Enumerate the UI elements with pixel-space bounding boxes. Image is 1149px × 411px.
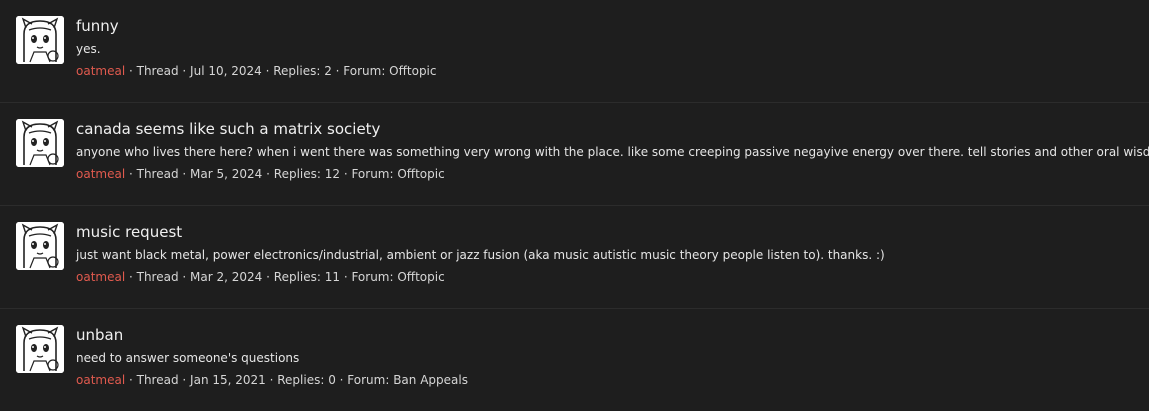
result-snippet: just want black metal, power electronics…	[76, 248, 885, 262]
result-meta: oatmeal · Thread · Mar 2, 2024 · Replies…	[76, 269, 1149, 285]
result-meta: oatmeal · Thread · Mar 5, 2024 · Replies…	[76, 166, 1149, 182]
meta-separator: ·	[261, 64, 274, 78]
meta-separator: ·	[125, 373, 137, 387]
meta-separator: ·	[178, 373, 191, 387]
meta-separator: ·	[125, 270, 137, 284]
reply-count: Replies: 0	[277, 373, 336, 387]
user-avatar-icon[interactable]	[16, 222, 64, 270]
meta-separator: ·	[125, 64, 137, 78]
result-content: canada seems like such a matrix society …	[76, 118, 1149, 182]
reply-count: Replies: 12	[273, 167, 340, 181]
meta-separator: ·	[335, 373, 348, 387]
author-link[interactable]: oatmeal	[76, 64, 125, 78]
user-avatar-icon[interactable]	[16, 325, 64, 373]
meta-separator: ·	[178, 270, 191, 284]
post-date: Jul 10, 2024	[190, 64, 262, 78]
search-result-item: unban need to answer someone's questions…	[0, 309, 1149, 411]
result-title-link[interactable]: music request	[76, 221, 1149, 243]
search-result-item: music request just want black metal, pow…	[0, 206, 1149, 309]
forum-link[interactable]: Forum: Offtopic	[351, 270, 444, 284]
result-content: unban need to answer someone's questions…	[76, 324, 1149, 388]
user-avatar-icon[interactable]	[16, 16, 64, 64]
meta-separator: ·	[340, 167, 352, 181]
user-avatar-icon[interactable]	[16, 119, 64, 167]
content-type: Thread	[136, 373, 179, 387]
meta-separator: ·	[262, 270, 274, 284]
search-result-item: canada seems like such a matrix society …	[0, 103, 1149, 206]
post-date: Mar 2, 2024	[190, 270, 263, 284]
author-link[interactable]: oatmeal	[76, 270, 125, 284]
post-date: Jan 15, 2021	[190, 373, 266, 387]
forum-link[interactable]: Forum: Offtopic	[351, 167, 444, 181]
search-result-item: funny yes. oatmeal · Thread · Jul 10, 20…	[0, 0, 1149, 103]
content-type: Thread	[136, 270, 179, 284]
author-link[interactable]: oatmeal	[76, 167, 125, 181]
result-title-link[interactable]: funny	[76, 15, 1149, 37]
result-snippet: anyone who lives there here? when i went…	[76, 145, 1149, 159]
meta-separator: ·	[265, 373, 278, 387]
author-link[interactable]: oatmeal	[76, 373, 125, 387]
meta-separator: ·	[125, 167, 137, 181]
result-content: funny yes. oatmeal · Thread · Jul 10, 20…	[76, 15, 1149, 79]
reply-count: Replies: 2	[273, 64, 332, 78]
forum-link[interactable]: Forum: Ban Appeals	[347, 373, 468, 387]
search-results-list: funny yes. oatmeal · Thread · Jul 10, 20…	[0, 0, 1149, 411]
result-meta: oatmeal · Thread · Jan 15, 2021 · Replie…	[76, 372, 1149, 388]
result-snippet: yes.	[76, 42, 101, 56]
meta-separator: ·	[178, 64, 191, 78]
result-meta: oatmeal · Thread · Jul 10, 2024 · Replie…	[76, 63, 1149, 79]
result-content: music request just want black metal, pow…	[76, 221, 1149, 285]
post-date: Mar 5, 2024	[190, 167, 263, 181]
result-snippet: need to answer someone's questions	[76, 351, 300, 365]
meta-separator: ·	[262, 167, 274, 181]
content-type: Thread	[136, 64, 179, 78]
forum-link[interactable]: Forum: Offtopic	[343, 64, 436, 78]
result-title-link[interactable]: canada seems like such a matrix society	[76, 118, 1149, 140]
meta-separator: ·	[178, 167, 191, 181]
content-type: Thread	[136, 167, 179, 181]
result-title-link[interactable]: unban	[76, 324, 1149, 346]
meta-separator: ·	[331, 64, 344, 78]
meta-separator: ·	[340, 270, 352, 284]
reply-count: Replies: 11	[273, 270, 340, 284]
